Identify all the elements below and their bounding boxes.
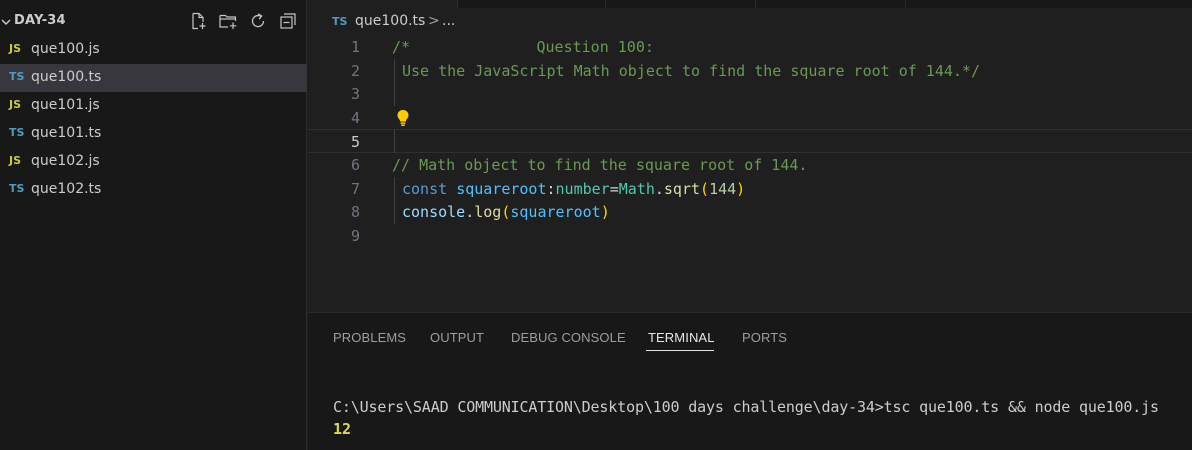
terminal-command-line[interactable]: C:\Users\SAAD COMMUNICATION\Desktop\100 … [333,398,1159,416]
file-item-que100-js[interactable]: JS que100.js [0,36,307,64]
operator-token: = [609,179,619,198]
code-comment: /* Question 100: [392,38,654,56]
line-number: 2 [350,61,360,80]
file-item-que102-ts[interactable]: TS que102.ts [0,176,307,204]
number-token: 144 [709,179,737,198]
text-cursor [394,129,395,153]
line-number: 3 [350,85,360,104]
file-item-que100-ts[interactable]: TS que100.ts [0,64,307,92]
typescript-file-icon: TS [9,182,25,195]
indent-guide [394,58,395,83]
function-token: sqrt [663,179,701,198]
function-token: log [474,203,502,222]
editor-tab[interactable] [756,0,906,8]
folder-title[interactable]: DAY-34 [14,13,66,28]
indent-guide [394,176,395,201]
chevron-down-icon[interactable] [0,14,12,30]
code-line[interactable]: 3 [308,82,1192,106]
type-token: number [555,179,610,198]
file-name: que100.ts [31,69,102,85]
file-tree: JS que100.js TS que100.ts JS que101.js T… [0,36,307,204]
line-number: 1 [350,38,360,56]
object-token: Math [618,179,655,198]
code-area[interactable]: 1 /* Question 100: 2 Use the JavaScript … [308,35,1192,247]
file-item-que102-js[interactable]: JS que102.js [0,148,307,176]
breadcrumb-separator: > [428,13,440,29]
code-line[interactable]: 2 Use the JavaScript Math object to find… [308,58,1192,83]
indent-guide [394,82,395,106]
editor-tab[interactable] [458,0,606,8]
tab-ports[interactable]: PORTS [742,330,787,345]
variable-token: squareroot [510,203,601,222]
bottom-panel: PROBLEMS OUTPUT DEBUG CONSOLE TERMINAL P… [308,312,1192,450]
collapse-all-icon[interactable] [278,11,300,33]
paren-token: ) [600,203,610,222]
code-editor[interactable]: TS que100.ts > ... 1 /* Question 100: 2 … [308,0,1192,312]
tab-output[interactable]: OUTPUT [430,330,484,345]
variable-token: squareroot [456,179,547,198]
tab-problems[interactable]: PROBLEMS [333,330,406,345]
code-statement: const squareroot:number=Math.sqrt(144) [402,180,745,198]
javascript-file-icon: JS [9,154,22,167]
line-number: 4 [350,108,360,127]
typescript-file-icon: TS [9,70,25,83]
punctuation-token: . [465,203,475,222]
paren-token: ) [736,179,746,198]
typescript-file-icon: TS [9,126,25,139]
lightbulb-icon[interactable] [396,109,410,127]
code-statement: console.log(squareroot) [402,203,610,221]
file-item-que101-js[interactable]: JS que101.js [0,92,307,120]
paren-token: ( [700,179,710,198]
editor-tab-strip [308,0,1192,8]
line-number: 6 [350,155,360,174]
breadcrumb: TS que100.ts > ... [308,11,1192,33]
punctuation-token: : [546,179,556,198]
code-line[interactable]: 4 [308,106,1192,130]
file-name: que101.js [31,97,100,113]
breadcrumb-file[interactable]: que100.ts [355,13,425,29]
code-comment: // Math object to find the square root o… [392,155,808,174]
file-name: que100.js [31,41,100,57]
file-name: que102.js [31,153,100,169]
code-line-current[interactable]: 5 [308,129,1192,153]
indent-guide [394,200,395,224]
new-folder-icon[interactable] [218,11,240,33]
editor-tab[interactable] [308,0,458,8]
editor-tab[interactable] [606,0,756,8]
line-number: 5 [350,133,360,152]
object-token: console [402,203,466,222]
refresh-icon[interactable] [248,11,270,33]
code-line[interactable]: 6 // Math object to find the square root… [308,153,1192,177]
keyword-token: const [402,179,448,198]
file-item-que101-ts[interactable]: TS que101.ts [0,120,307,148]
code-line[interactable]: 7 const squareroot:number=Math.sqrt(144) [308,176,1192,201]
tab-debug-console[interactable]: DEBUG CONSOLE [511,330,626,345]
line-number: 7 [350,179,360,198]
punctuation-token: . [654,179,664,198]
file-name: que102.ts [31,181,102,197]
line-number: 9 [350,226,360,245]
code-comment: Use the JavaScript Math object to find t… [402,61,980,80]
file-name: que101.ts [31,125,102,141]
explorer-folder-header[interactable]: DAY-34 [0,8,307,36]
explorer-sidebar: DAY-34 JS que100.js TS que100.ts JS que1… [0,0,307,450]
active-tab-indicator [646,350,714,351]
javascript-file-icon: JS [9,98,22,111]
code-line[interactable]: 9 [308,224,1192,248]
breadcrumb-symbols[interactable]: ... [442,13,455,29]
terminal-output: 12 [333,420,352,438]
line-number: 8 [350,203,360,222]
code-line[interactable]: 8 console.log(squareroot) [308,200,1192,224]
code-line[interactable]: 1 /* Question 100: [308,35,1192,59]
tab-terminal[interactable]: TERMINAL [648,330,715,345]
javascript-file-icon: JS [9,42,22,55]
typescript-file-icon: TS [332,15,348,28]
new-file-icon[interactable] [188,11,210,33]
